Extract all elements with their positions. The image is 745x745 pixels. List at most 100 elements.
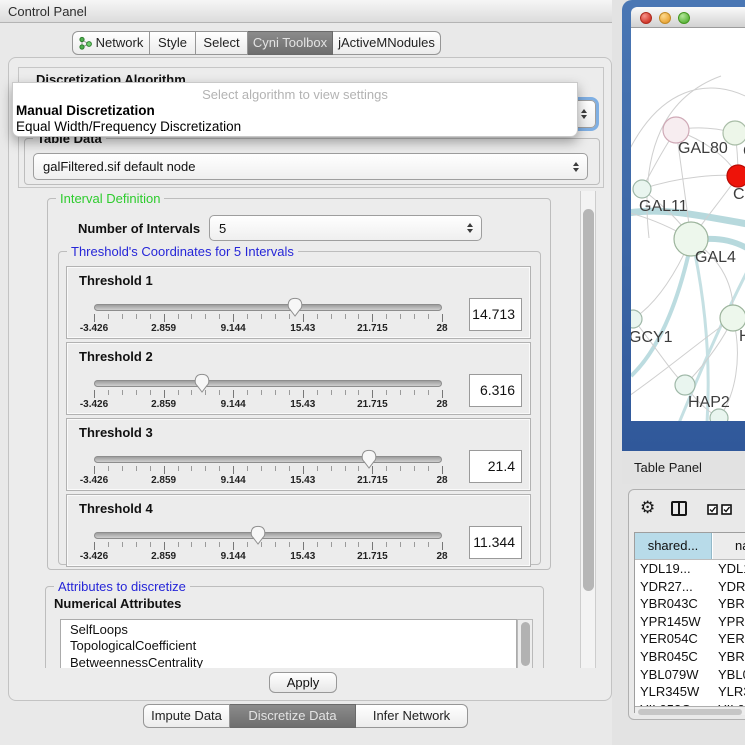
number-of-intervals-combo[interactable]: 5 [209,215,482,241]
network-node-gcy1[interactable] [631,310,642,328]
network-canvas[interactable]: GAL80GGAL11CGAL4GCY1HHAP2 [631,28,745,421]
cell-name: YLR3 [718,683,745,701]
tab-label: Cyni Toolbox [253,32,327,54]
threshold-value-field[interactable]: 14.713 [469,298,522,331]
slider-thumb[interactable] [194,373,210,393]
tab-label: Select [203,32,239,54]
slider-ticks [94,390,442,399]
cell-shared-name: YDL19... [640,560,691,578]
tab-network[interactable]: Network [72,31,150,55]
table-row[interactable]: YBL079WYBL0 [635,666,745,684]
table-data-combo[interactable]: galFiltered.sif default node [33,153,588,180]
table-data-group: Table Data galFiltered.sif default node [24,138,600,185]
cell-shared-name: YBR043C [640,595,698,613]
cell-shared-name: YBR045C [640,648,698,666]
zoom-traffic-light-icon[interactable] [678,12,690,24]
network-node-gal11[interactable] [633,180,651,198]
threshold-label: Threshold 1 [79,273,153,288]
slider-track[interactable] [94,532,442,539]
network-window-titlebar[interactable] [631,7,745,28]
cell-shared-name: YER054C [640,630,698,648]
cell-shared-name: YPR145W [640,613,701,631]
network-icon [79,36,92,50]
attribute-item[interactable]: BetweennessCentrality [61,655,516,668]
network-node-g[interactable] [723,121,745,145]
screen: Control Panel ✕ Network Style Select Cyni T… [0,0,745,745]
attributes-list-scrollbar[interactable] [517,619,533,668]
tab-jactivemnodules[interactable]: jActiveMNodules [333,31,441,55]
table-row[interactable]: YPR145WYPR1 [635,613,745,631]
node-label: H [739,328,745,345]
table-horizontal-scrollbar[interactable] [635,706,745,715]
minimize-traffic-light-icon[interactable] [659,12,671,24]
tab-label: Discretize Data [248,705,336,727]
table-row[interactable]: YER054CYER0 [635,630,745,648]
slider-thumb[interactable] [250,525,266,545]
threshold-box: Threshold 3-3.4262.8599.14415.4321.71528… [66,418,531,491]
network-node-c[interactable] [727,165,745,187]
table-row[interactable]: YLR345W YLR3 [635,683,745,701]
bottom-tab-discretize-data[interactable]: Discretize Data [230,704,356,728]
slider-track[interactable] [94,380,442,387]
column-header-shared[interactable]: shared... [635,533,712,559]
gear-icon[interactable]: ⚙ [640,498,655,518]
apply-button[interactable]: Apply [269,672,337,693]
tab-label: jActiveMNodules [338,32,435,54]
cell-name: YBR0 [718,595,745,613]
slider-tick-labels: -3.4262.8599.14415.4321.71528 [94,399,442,411]
table-row[interactable]: YBR043C YBR0 [635,595,745,613]
tab-select[interactable]: Select [196,31,248,55]
table-rows: YDL19...YDL1YDR27...YDR2YBR043CYBR0YPR14… [635,560,745,706]
threshold-value-field[interactable]: 6.316 [469,374,522,407]
slider-tick-labels: -3.4262.8599.14415.4321.71528 [94,551,442,563]
cell-shared-name: YDR27... [640,578,693,596]
network-node-hap2[interactable] [675,375,695,395]
tab-label: Impute Data [151,705,222,727]
node-label: HAP2 [688,394,730,411]
bottom-tab-infer-network[interactable]: Infer Network [356,704,468,728]
bottom-tab-impute-data[interactable]: Impute Data [143,704,230,728]
cell-name: YDR2 [718,578,745,596]
threshold-box: Threshold 1 -3.4262.8599.14415.4321.71528… [66,266,531,339]
slider-thumb[interactable] [361,449,377,469]
node-table: shared... na YDL19...YDL1YDR27...YDR2YBR… [634,532,745,713]
numerical-attributes-list[interactable]: SelfLoopsTopologicalCoefficientBetweenne… [60,619,517,668]
number-of-intervals-label: Number of Intervals [78,217,200,241]
popup-item-equal-width-frequency[interactable]: Equal Width/Frequency Discretization [16,119,241,134]
table-row[interactable]: YBR045CYBR0 [635,648,745,666]
table-data-value: galFiltered.sif default node [43,159,195,174]
slider-tick-labels: -3.4262.8599.14415.4321.71528 [94,323,442,335]
slider-track[interactable] [94,304,442,311]
popup-item-manual-discretization[interactable]: Manual Discretization [16,103,155,118]
thresholds-group: Threshold's Coordinates for 5 Intervals … [58,251,541,565]
table-row[interactable]: YDL19...YDL1 [635,560,745,578]
top-tab-bar: Network Style Select Cyni Toolbox jActiveMNo… [72,31,441,55]
cell-shared-name: YLR345W [640,683,699,701]
main-scrollbar-thumb[interactable] [583,209,594,591]
checkbox-icon[interactable] [721,504,732,515]
tab-style[interactable]: Style [150,31,196,55]
column-header-name[interactable]: na [713,533,745,559]
popup-hint-text: Select algorithm to view settings [13,87,577,102]
threshold-box: Threshold 4-3.4262.8599.14415.4321.71528… [66,494,531,567]
checkbox-icon[interactable] [707,504,718,515]
tab-cyni-toolbox[interactable]: Cyni Toolbox [248,31,333,55]
column-split-icon[interactable] [671,501,687,516]
network-node[interactable] [710,409,728,421]
attribute-item[interactable]: SelfLoops [61,622,516,638]
close-traffic-light-icon[interactable] [640,12,652,24]
slider-track[interactable] [94,456,442,463]
node-label: GCY1 [631,329,673,346]
table-row[interactable]: YDR27... YDR2 [635,578,745,596]
cell-name: YBL0 [718,666,745,684]
control-panel-titlebar: Control Panel ✕ [0,0,612,23]
threshold-value-field[interactable]: 21.4 [469,450,522,483]
slider-thumb[interactable] [287,297,303,317]
cyni-toolbox-panel: Discretization Algorithm Table Data galF… [8,57,612,701]
threshold-value-field[interactable]: 11.344 [469,526,522,559]
slider-ticks [94,542,442,551]
attribute-item[interactable]: TopologicalCoefficient [61,638,516,654]
combo-stepper-icon [581,109,587,119]
tab-label: Network [96,32,144,54]
main-scrollbar[interactable] [580,191,596,668]
